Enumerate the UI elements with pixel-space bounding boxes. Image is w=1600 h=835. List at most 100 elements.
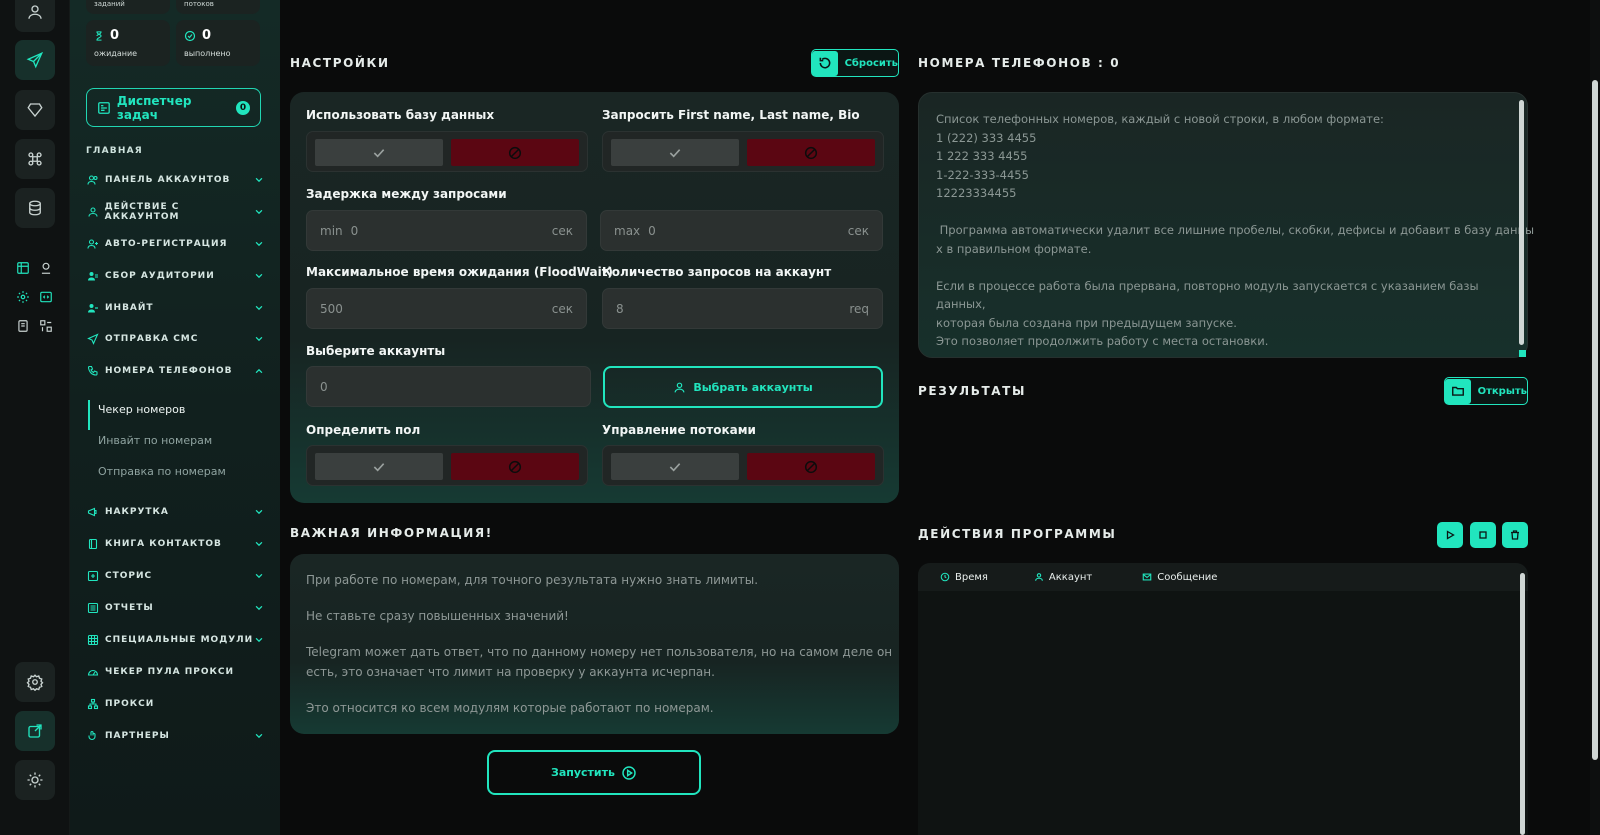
rail-table-icon[interactable] [15,260,31,276]
log-scrollbar[interactable] [1520,573,1525,835]
stop-button[interactable] [1470,522,1496,548]
nav-item-audience[interactable]: СБОР АУДИТОРИИ [86,266,264,286]
phone-icon [87,365,98,376]
rail-settings-button[interactable] [15,662,55,702]
play-button[interactable] [1437,522,1463,548]
phones-scrollbar[interactable] [1519,100,1524,345]
plus-square-icon [87,570,99,582]
subitem-invite-by-numbers[interactable]: Инвайт по номерам [98,434,212,447]
request-names-yes[interactable] [611,139,739,166]
nav-item-accounts-panel[interactable]: ПАНЕЛЬ АККАУНТОВ [86,170,264,190]
chevron-down-icon [255,605,263,611]
nav-item-stories[interactable]: СТОРИС [86,566,264,586]
nav-item-label: СТОРИС [105,571,153,581]
nav-item-label: СПЕЦИАЛЬНЫЕ МОДУЛИ [105,635,254,645]
start-button[interactable]: Запустить [487,750,701,795]
user-icon [88,207,98,217]
nav-item-label: ДЕЙСТВИЕ С АККАУНТОМ [104,202,180,222]
threads-no[interactable] [747,453,875,480]
phones-line: 1 222 333 4455 [936,149,1028,163]
rail-doc-icon[interactable] [15,318,31,334]
rail-profile-button[interactable] [15,0,55,32]
settings-icon [26,674,44,691]
task-dispatcher-button[interactable]: Диспетчер задач 0 [86,88,261,127]
rail-send-button[interactable] [15,40,55,80]
dispatcher-count: 0 [236,100,250,115]
nav-item-boost[interactable]: НАКРУТКА [86,502,264,522]
invite-icon [88,304,98,313]
gender-toggle [306,445,588,486]
nav-item-label: СБОР АУДИТОРИИ [105,271,215,281]
subitem-send-by-numbers[interactable]: Отправка по номерам [98,465,226,478]
rail-gear-icon[interactable] [15,289,31,305]
threads-yes[interactable] [611,453,739,480]
requests-input[interactable]: 8 req [602,288,883,329]
gender-no[interactable] [451,453,579,480]
database-icon [29,200,41,216]
log-col-account-label: Аккаунт [1048,571,1093,583]
delay-max-input[interactable]: max 0 сек [600,210,883,251]
stat-waiting-label: ожидание [94,49,138,58]
floodwait-input[interactable]: 500 сек [306,288,587,329]
phones-line: 1-222-333-4455 [936,167,1029,182]
use-db-yes[interactable] [315,139,443,166]
rail-database-button[interactable] [15,188,55,228]
reset-button[interactable]: Сбросить [811,49,899,77]
check-icon [373,148,385,157]
nav-item-label: АВТО-РЕГИСТРАЦИЯ [105,239,228,249]
nav-item-send-sms[interactable]: ОТПРАВКА СМС [86,329,264,349]
hourglass-icon [96,30,102,41]
nav-item-proxy-pool-checker[interactable]: ЧЕКЕР ПУЛА ПРОКСИ [86,662,264,682]
phones-placeholder: Список телефонных номеров, каждый с ново… [936,110,1534,351]
check-circle-icon [184,30,196,41]
rail-code-icon[interactable] [38,289,54,305]
nav-item-label: ПАНЕЛЬ АККАУНТОВ [105,175,231,185]
gender-yes[interactable] [315,453,443,480]
select-accounts-button[interactable]: Выбрать аккаунты [603,366,883,408]
play-circle-icon [622,765,636,780]
info-paragraph-3b: есть, это означает что лимит на проверку… [306,665,715,679]
phones-line: Если в процессе работа была прервана, по… [936,278,1479,312]
nav-item-account-actions[interactable]: ДЕЙСТВИЕ С АККАУНТОМ [86,202,264,222]
stat-done-value: 0 [202,28,212,43]
rail-theme-button[interactable] [15,760,55,800]
nav-item-reports[interactable]: ОТЧЕТЫ [86,598,264,618]
resize-handle[interactable] [1519,350,1526,357]
nav-item-auto-registration[interactable]: АВТО-РЕГИСТРАЦИЯ [86,234,264,254]
check-icon [373,462,385,471]
floodwait-label: Максимальное время ожидания (FloodWait) [306,265,613,279]
nav-item-partners[interactable]: ПАРТНЕРЫ [86,726,264,746]
rail-external-button[interactable] [15,711,55,751]
nav-item-contact-book[interactable]: КНИГА КОНТАКТОВ [86,534,264,554]
phones-line: 12223334455 [936,186,1017,200]
audience-icon [88,272,98,281]
rail-pin-icon[interactable] [38,260,54,276]
nav-item-label: НОМЕРА ТЕЛЕФОНОВ [105,366,233,376]
request-names-no[interactable] [747,139,875,166]
select-accounts-label: Выбрать аккаунты [693,380,813,394]
accounts-input[interactable]: 0 [306,366,591,407]
nav-item-proxy[interactable]: ПРОКСИ [86,694,264,714]
user-icon [28,5,42,19]
nav-item-special-modules[interactable]: СПЕЦИАЛЬНЫЕ МОДУЛИ [86,630,264,650]
rail-grid-icon[interactable] [38,318,54,334]
rail-command-button[interactable] [15,139,55,179]
use-db-no[interactable] [451,139,579,166]
rail-diamond-button[interactable] [15,90,55,130]
actions-log: Время Аккаунт Сообщение [918,563,1528,835]
floodwait-value: 500 [320,301,343,316]
user-icon [1035,573,1043,581]
nav-item-invite[interactable]: ИНВАЙТ [86,298,264,318]
subitem-number-checker[interactable]: Чекер номеров [98,403,185,416]
stat-tasks-top: заданий [86,0,170,14]
nav-item-phone-numbers[interactable]: НОМЕРА ТЕЛЕФОНОВ [86,361,264,381]
use-db-label: Использовать базу данных [306,108,495,122]
report-icon [87,602,99,614]
send-icon [26,51,44,69]
page-scrollbar[interactable] [1592,80,1598,760]
clock-icon [940,572,950,582]
clear-log-button[interactable] [1502,522,1528,548]
delay-min-input[interactable]: min 0 сек [306,210,587,251]
open-results-button[interactable]: Открыть [1444,377,1528,405]
network-icon [87,698,99,710]
